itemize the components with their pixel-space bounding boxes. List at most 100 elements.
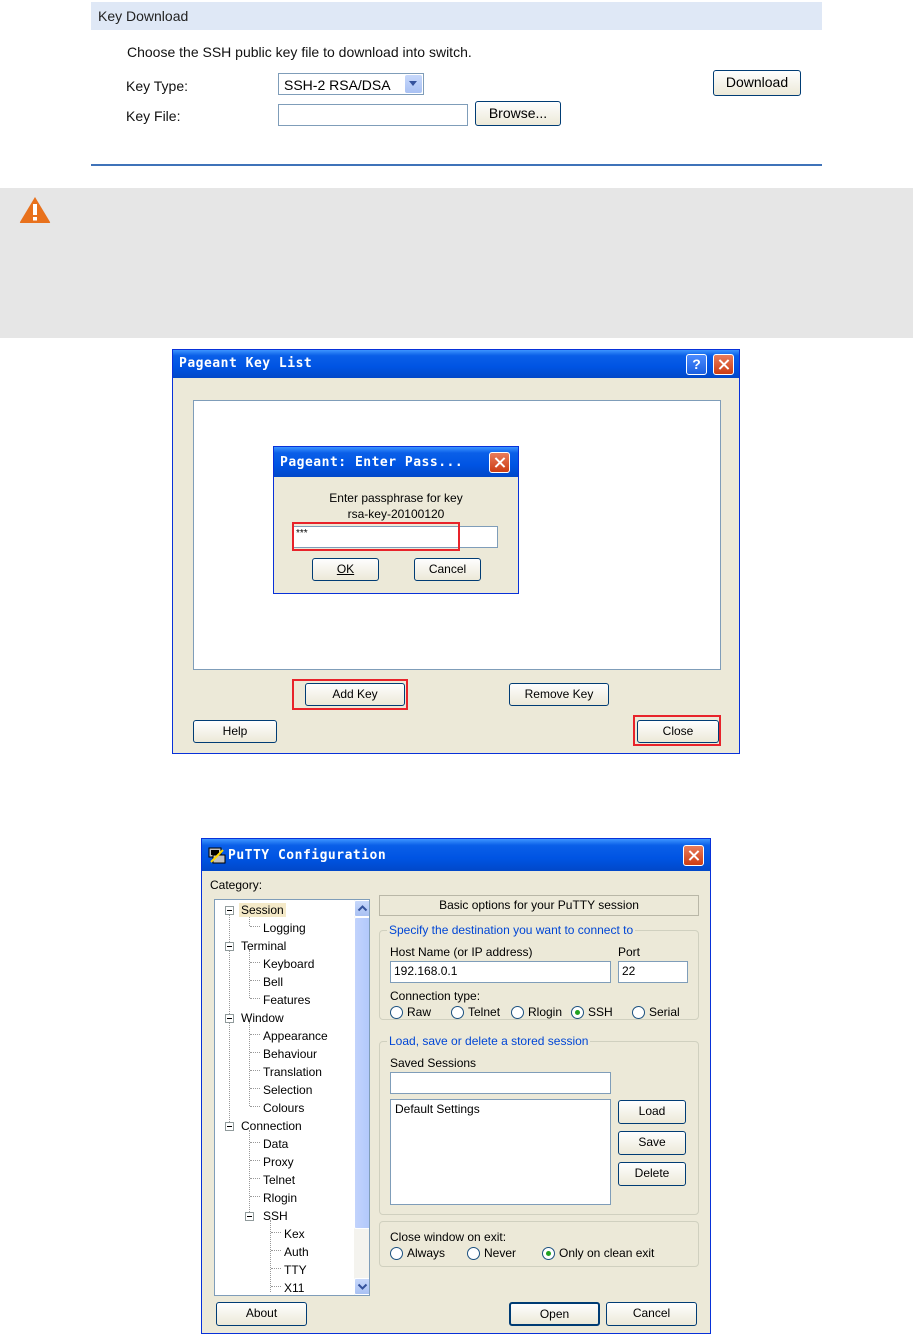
scrollbar-thumb[interactable] — [354, 917, 369, 1229]
tree-item-features[interactable]: Features — [263, 993, 310, 1007]
tree-item-terminal[interactable]: Terminal — [241, 939, 286, 953]
tree-item-logging[interactable]: Logging — [263, 921, 306, 935]
prompt-line-2: rsa-key-20100120 — [347, 507, 445, 521]
collapse-icon[interactable] — [225, 1122, 234, 1131]
tree-item-auth[interactable]: Auth — [284, 1245, 309, 1259]
tree-item-rlogin[interactable]: Rlogin — [263, 1191, 297, 1205]
key-type-select[interactable]: SSH-2 RSA/DSA — [278, 73, 424, 95]
radio-serial-label: Serial — [649, 1005, 680, 1019]
close-icon[interactable] — [489, 452, 510, 473]
tree-item-behaviour[interactable]: Behaviour — [263, 1047, 317, 1061]
key-download-header: Key Download — [91, 2, 822, 30]
key-file-input[interactable] — [278, 104, 468, 126]
radio-telnet[interactable] — [451, 1006, 464, 1019]
list-item[interactable]: Default Settings — [395, 1102, 606, 1116]
host-label: Host Name (or IP address) — [390, 945, 533, 959]
remove-key-button[interactable]: Remove Key — [509, 683, 609, 706]
port-label: Port — [618, 945, 641, 959]
sessions-group-label: Load, save or delete a stored session — [387, 1034, 591, 1048]
connection-type-label: Connection type: — [390, 989, 481, 1003]
tree-item-telnet[interactable]: Telnet — [263, 1173, 295, 1187]
radio-raw[interactable] — [390, 1006, 403, 1019]
warning-note — [0, 188, 913, 338]
highlight-box — [633, 715, 721, 746]
tree-item-proxy[interactable]: Proxy — [263, 1155, 294, 1169]
help-icon[interactable]: ? — [686, 354, 707, 375]
chevron-down-icon[interactable] — [405, 75, 422, 93]
category-tree[interactable]: Session Logging Terminal Keyboard Bell F… — [214, 899, 370, 1296]
dialog-title: Pageant: Enter Pass... — [280, 455, 464, 470]
sessions-list[interactable]: Default Settings — [390, 1099, 611, 1205]
open-button[interactable]: Open — [509, 1302, 600, 1326]
radio-rlogin-label: Rlogin — [528, 1005, 563, 1019]
highlight-box — [292, 679, 408, 710]
pageant-title: Pageant Key List — [179, 356, 313, 371]
delete-button[interactable]: Delete — [618, 1162, 686, 1186]
putty-title: PuTTY Configuration — [228, 848, 387, 863]
port-input[interactable]: 22 — [618, 961, 688, 983]
close-icon[interactable] — [683, 845, 704, 866]
tree-item-colours[interactable]: Colours — [263, 1101, 304, 1115]
tree-scrollbar[interactable] — [354, 900, 369, 1295]
collapse-icon[interactable] — [225, 942, 234, 951]
tree-item-keyboard[interactable]: Keyboard — [263, 957, 314, 971]
chevron-down-icon[interactable] — [354, 1278, 369, 1295]
tree-item-connection[interactable]: Connection — [241, 1119, 302, 1133]
key-type-value: SSH-2 RSA/DSA — [284, 77, 391, 93]
putty-titlebar: PuTTY Configuration — [202, 839, 710, 871]
radio-telnet-label: Telnet — [468, 1005, 501, 1019]
about-button[interactable]: About — [216, 1302, 307, 1326]
cancel-button[interactable]: Cancel — [606, 1302, 697, 1326]
pageant-titlebar: Pageant Key List ? — [173, 350, 739, 378]
browse-button[interactable]: Browse... — [475, 101, 561, 126]
tree-item-selection[interactable]: Selection — [263, 1083, 312, 1097]
category-label: Category: — [210, 878, 263, 892]
host-input[interactable]: 192.168.0.1 — [390, 961, 611, 983]
tree-item-session[interactable]: Session — [239, 903, 286, 917]
radio-never[interactable] — [467, 1247, 480, 1260]
radio-always[interactable] — [390, 1247, 403, 1260]
putty-window: PuTTY Configuration Category: Session Lo… — [201, 838, 711, 1334]
cancel-button[interactable]: Cancel — [414, 558, 481, 581]
tree-item-data[interactable]: Data — [263, 1137, 288, 1151]
tree-item-appearance[interactable]: Appearance — [263, 1029, 328, 1043]
tree-item-bell[interactable]: Bell — [263, 975, 283, 989]
radio-raw-label: Raw — [407, 1005, 432, 1019]
radio-never-label: Never — [484, 1246, 517, 1260]
destination-group-label: Specify the destination you want to conn… — [387, 923, 636, 937]
close-icon[interactable] — [713, 354, 734, 375]
saved-sessions-input[interactable] — [390, 1072, 611, 1094]
download-button[interactable]: Download — [713, 70, 801, 96]
tree-item-window[interactable]: Window — [241, 1011, 284, 1025]
key-file-label: Key File: — [126, 108, 181, 124]
tree-item-kex[interactable]: Kex — [284, 1227, 305, 1241]
divider — [91, 164, 822, 166]
collapse-icon[interactable] — [245, 1212, 254, 1221]
tree-item-x11[interactable]: X11 — [284, 1281, 304, 1295]
warning-icon — [19, 197, 51, 223]
key-download-instruction: Choose the SSH public key file to downlo… — [127, 44, 472, 60]
collapse-icon[interactable] — [225, 1014, 234, 1023]
radio-ssh-label: SSH — [588, 1005, 613, 1019]
collapse-icon[interactable] — [225, 906, 234, 915]
tree-item-ssh[interactable]: SSH — [263, 1209, 288, 1223]
chevron-up-icon[interactable] — [354, 900, 369, 917]
radio-ssh[interactable] — [571, 1006, 584, 1019]
pageant-window: Pageant Key List ? Pageant: Enter Pass..… — [172, 349, 740, 754]
session-banner: Basic options for your PuTTY session — [379, 895, 699, 916]
radio-always-label: Always — [407, 1246, 446, 1260]
radio-serial[interactable] — [632, 1006, 645, 1019]
key-download-title: Key Download — [98, 8, 189, 24]
highlight-box — [292, 522, 460, 551]
load-button[interactable]: Load — [618, 1100, 686, 1124]
save-button[interactable]: Save — [618, 1131, 686, 1155]
radio-rlogin[interactable] — [511, 1006, 524, 1019]
tree-item-tty[interactable]: TTY — [284, 1263, 307, 1277]
radio-clean-exit[interactable] — [542, 1247, 555, 1260]
ok-button[interactable]: OK — [312, 558, 379, 581]
help-button[interactable]: Help — [193, 720, 277, 743]
putty-icon — [208, 847, 226, 864]
tree-item-translation[interactable]: Translation — [263, 1065, 322, 1079]
cancel-label: Cancel — [428, 562, 467, 576]
prompt-line-1: Enter passphrase for key — [329, 491, 463, 505]
